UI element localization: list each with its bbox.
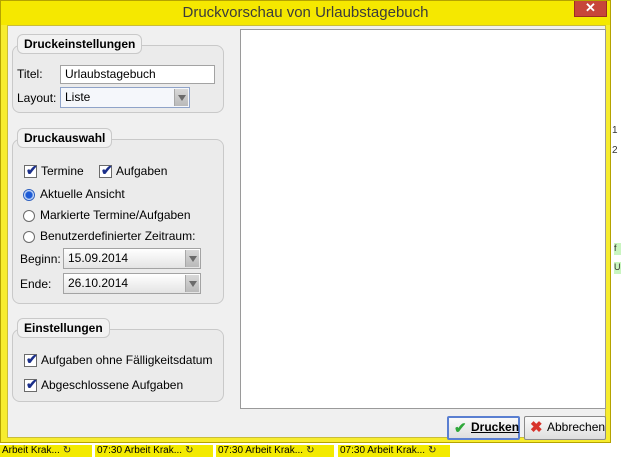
appointment-text: Arbeit Krak... — [2, 445, 60, 456]
radio-current-view-label: Aktuelle Ansicht — [40, 187, 125, 201]
tasks-without-due-date-label: Aufgaben ohne Fälligkeitsdatum — [41, 353, 213, 367]
chevron-down-icon[interactable] — [185, 250, 199, 267]
cancel-button-label: Abbrechen — [547, 420, 606, 434]
checkmark-icon: ✔ — [26, 351, 38, 367]
appointment-time: 07:30 — [340, 445, 366, 456]
appointment-text: Arbeit Krak... — [367, 445, 426, 456]
background-mark: f — [614, 243, 621, 255]
sync-icon: ↻ — [62, 445, 72, 456]
print-settings-group: Druckeinstellungen Titel: Urlaubstagebuc… — [12, 34, 224, 113]
radio-current-view[interactable] — [23, 189, 35, 201]
begin-date-picker[interactable]: 15.09.2014 — [63, 248, 201, 269]
background-mark: U — [614, 262, 621, 274]
end-date-picker[interactable]: 26.10.2014 — [63, 273, 201, 294]
settings-group: Einstellungen ✔ Aufgaben ohne Fälligkeit… — [12, 318, 224, 402]
radio-marked-items-label: Markierte Termine/Aufgaben — [40, 208, 191, 222]
radio-custom-range-label: Benutzerdefinierter Zeitraum: — [40, 229, 196, 243]
layout-label: Layout: — [17, 91, 57, 105]
checkmark-icon: ✔ — [26, 376, 38, 392]
radio-custom-range[interactable] — [23, 231, 35, 243]
settings-heading: Einstellungen — [17, 318, 110, 338]
title-input[interactable]: Urlaubstagebuch — [60, 65, 215, 84]
background-mark: 1 — [612, 125, 618, 136]
appointments-label: Termine — [41, 164, 84, 178]
tasks-without-due-date-checkbox[interactable]: ✔ — [24, 351, 38, 367]
chevron-down-icon[interactable] — [185, 275, 199, 292]
checkmark-icon: ✔ — [101, 162, 113, 178]
print-preview-area[interactable] — [240, 29, 606, 409]
background-appointment[interactable]: 07:30 Arbeit Krak... ↻ — [216, 445, 334, 457]
appointment-text: Arbeit Krak... — [124, 445, 183, 456]
print-selection-heading: Druckauswahl — [17, 128, 113, 148]
completed-tasks-checkbox[interactable]: ✔ — [24, 376, 38, 392]
layout-value: Liste — [65, 90, 91, 104]
close-icon: ✕ — [585, 0, 596, 15]
print-button[interactable]: ✔ Drucken — [447, 416, 520, 440]
completed-tasks-label: Abgeschlossene Aufgaben — [41, 378, 184, 392]
checkmark-icon: ✔ — [454, 420, 467, 437]
background-appointment[interactable]: Arbeit Krak... ↻ — [0, 445, 92, 457]
begin-label: Beginn: — [20, 252, 61, 266]
print-preview-dialog: Druckvorschau von Urlaubstagebuch ✕ Druc… — [0, 0, 611, 443]
print-settings-heading: Druckeinstellungen — [17, 34, 143, 54]
window-title: Druckvorschau von Urlaubstagebuch — [182, 4, 429, 21]
sync-icon: ↻ — [185, 445, 194, 456]
background-mark: 2 — [612, 145, 618, 156]
checkmark-icon: ✔ — [26, 162, 38, 178]
appointment-text: Arbeit Krak... — [245, 445, 304, 456]
appointment-time: 07:30 — [218, 445, 244, 456]
close-button[interactable]: ✕ — [574, 1, 607, 17]
dialog-content: Druckeinstellungen Titel: Urlaubstagebuc… — [7, 25, 606, 440]
cancel-icon: ✖ — [530, 419, 543, 436]
begin-date-value: 15.09.2014 — [68, 251, 129, 265]
print-selection-group: Druckauswahl ✔ Termine ✔ Aufgaben Aktuel… — [12, 128, 224, 304]
end-label: Ende: — [20, 277, 52, 291]
radio-marked-items[interactable] — [23, 210, 35, 222]
cancel-button[interactable]: ✖ Abbrechen — [524, 416, 606, 440]
layout-select[interactable]: Liste — [60, 87, 190, 108]
end-date-value: 26.10.2014 — [68, 276, 129, 290]
sync-icon: ↻ — [306, 445, 315, 456]
background-appointment[interactable]: 07:30 Arbeit Krak... ↻ — [338, 445, 450, 457]
title-bar[interactable]: Druckvorschau von Urlaubstagebuch ✕ — [1, 1, 610, 25]
appointments-checkbox[interactable]: ✔ — [24, 162, 38, 178]
title-label: Titel: — [17, 67, 43, 81]
appointment-time: 07:30 — [97, 445, 123, 456]
sync-icon: ↻ — [428, 445, 437, 456]
background-appointment[interactable]: 07:30 Arbeit Krak... ↻ — [95, 445, 213, 457]
chevron-down-icon[interactable] — [174, 89, 188, 106]
tasks-label: Aufgaben — [116, 164, 168, 178]
tasks-checkbox[interactable]: ✔ — [99, 162, 113, 178]
print-button-label: Drucken — [471, 420, 520, 434]
